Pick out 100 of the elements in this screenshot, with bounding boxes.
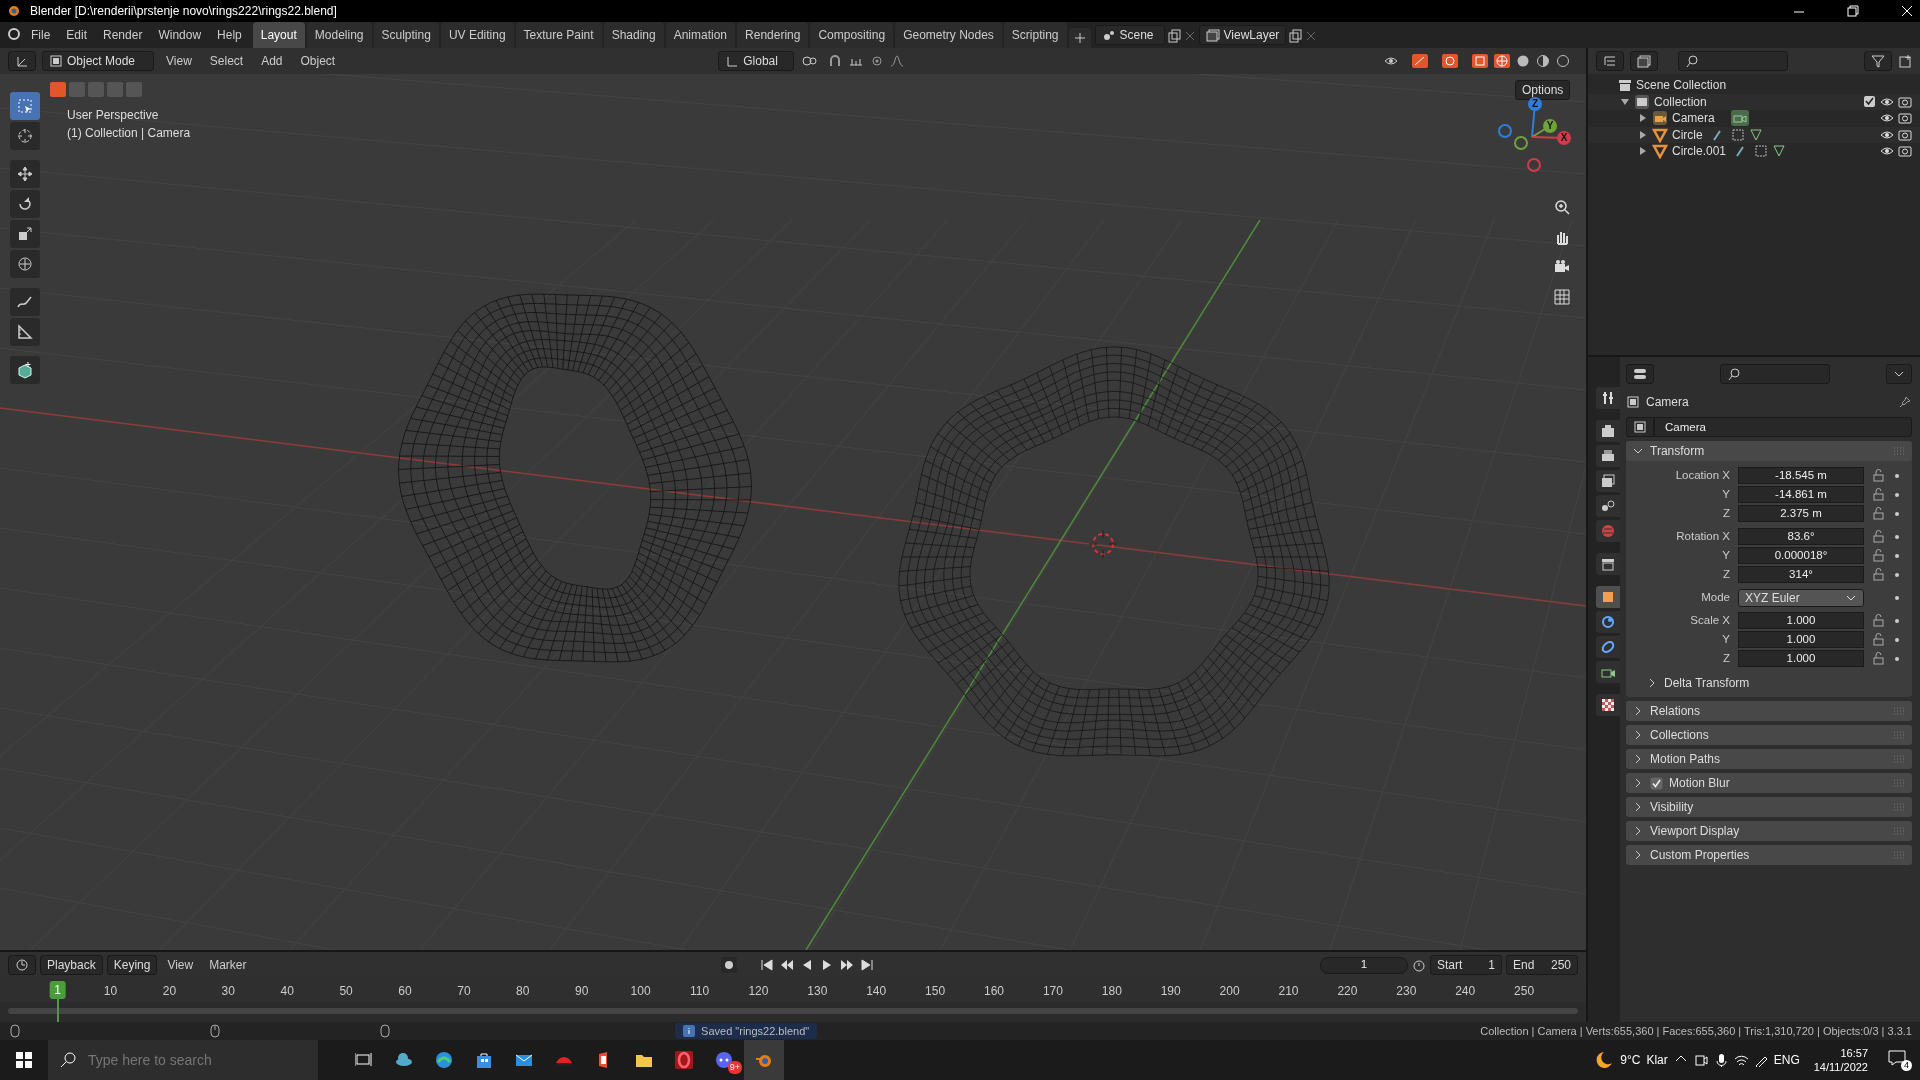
menu-item[interactable]: Object (294, 52, 342, 70)
tool-button[interactable] (10, 122, 40, 150)
properties-tab[interactable] (1596, 495, 1620, 517)
unlocked-icon[interactable] (1872, 613, 1886, 628)
unlocked-icon[interactable] (1872, 529, 1886, 544)
new-collection-icon[interactable] (1898, 54, 1912, 68)
object-type-dropdown[interactable] (1626, 417, 1654, 437)
unlocked-icon[interactable] (1872, 468, 1886, 483)
properties-tab[interactable] (1596, 387, 1620, 409)
keyframe-dot-icon[interactable] (1894, 491, 1900, 498)
copy-icon[interactable] (1166, 29, 1181, 43)
tool-button[interactable] (10, 318, 40, 346)
collapsed-arrow-icon[interactable] (1638, 129, 1648, 140)
workspace-tab[interactable]: Scripting (1003, 22, 1067, 48)
workspace-tab[interactable]: Sculpting (373, 22, 439, 48)
workspace-tab[interactable]: Modeling (306, 22, 372, 48)
menu-item[interactable]: Add (255, 52, 289, 70)
number-field[interactable]: 0.000018° (1738, 547, 1864, 564)
gizmo-axis-label[interactable]: Z (1528, 97, 1542, 111)
checked-checkbox-icon[interactable] (1650, 776, 1663, 790)
start-frame-field[interactable]: Start 1 (1430, 955, 1502, 975)
workspace-tab[interactable]: Rendering (737, 22, 809, 48)
workspace-tab[interactable]: Animation (665, 22, 736, 48)
display-mode-button[interactable] (1630, 51, 1658, 71)
panel-header[interactable]: Motion Paths (1626, 749, 1912, 769)
mode-dropdown[interactable]: XYZ Euler (1738, 588, 1864, 607)
microphone-icon[interactable] (1713, 1053, 1728, 1067)
keyframe-dot-icon[interactable] (1894, 594, 1900, 601)
properties-tab[interactable] (1596, 636, 1620, 658)
panel-header[interactable]: Visibility (1626, 797, 1912, 817)
keyframe-dot-icon[interactable] (1894, 617, 1900, 624)
current-frame-field[interactable]: 1 (1320, 956, 1408, 974)
workspace-tab[interactable]: UV Editing (440, 22, 514, 48)
menu-item[interactable]: Edit (59, 22, 95, 48)
options-dropdown[interactable]: Options (1515, 80, 1571, 100)
stopwatch-icon[interactable] (1412, 958, 1426, 972)
number-field[interactable]: -14.861 m (1738, 486, 1864, 503)
notification-icon[interactable] (1888, 1049, 1906, 1067)
keyframe-dot-icon[interactable] (1894, 472, 1900, 479)
outliner-item[interactable]: Scene Collection (1636, 76, 1727, 95)
tool-button[interactable] (10, 220, 40, 248)
properties-tab[interactable] (1596, 445, 1620, 467)
number-field[interactable]: 2.375 m (1738, 505, 1864, 522)
gizmo-axis-label[interactable]: Y (1543, 119, 1557, 133)
menu-item[interactable]: Render (96, 22, 150, 48)
unlocked-icon[interactable] (1872, 487, 1886, 502)
camera-render-icon[interactable] (1898, 127, 1912, 142)
properties-tab[interactable] (1596, 611, 1620, 633)
clock-date[interactable]: 14/11/2022 (1813, 1060, 1868, 1074)
panel-header[interactable]: Viewport Display (1626, 821, 1912, 841)
menu-item[interactable]: File (24, 22, 58, 48)
outliner-item[interactable]: Collection (1654, 92, 1707, 111)
number-field[interactable]: 1.000 (1738, 631, 1864, 648)
unlocked-icon[interactable] (1872, 567, 1886, 582)
properties-tab[interactable] (1596, 694, 1620, 716)
add-workspace-button[interactable] (1068, 28, 1091, 48)
language-indicator[interactable]: ENG (1773, 1051, 1800, 1069)
grid-icon[interactable] (1553, 288, 1571, 306)
menu-dropdown[interactable]: Playback (40, 955, 103, 975)
outliner-item[interactable]: Circle (1672, 125, 1703, 144)
outliner-item[interactable]: Circle.001 (1672, 142, 1727, 161)
falloff-curve-icon[interactable] (890, 54, 905, 68)
camera-render-icon[interactable] (1898, 144, 1912, 159)
workspace-tab[interactable]: Layout (252, 22, 305, 48)
tool-button[interactable] (10, 250, 40, 278)
editor-type-button[interactable] (8, 955, 36, 975)
end-frame-field[interactable]: End 250 (1506, 955, 1578, 975)
number-field[interactable]: 314° (1738, 566, 1864, 583)
blender-logo-icon[interactable] (6, 25, 22, 43)
filter-button[interactable] (1864, 51, 1892, 71)
gizmo-axis-label[interactable]: X (1557, 131, 1571, 145)
keyframe-dot-icon[interactable] (1894, 655, 1900, 662)
search-field[interactable]: Type here to search (48, 1040, 318, 1080)
pin-icon[interactable] (1898, 395, 1912, 409)
camera-render-icon[interactable] (1898, 94, 1912, 109)
properties-tab[interactable] (1596, 470, 1620, 492)
meet-now-icon[interactable] (1693, 1053, 1708, 1067)
number-field[interactable]: 1.000 (1738, 650, 1864, 667)
properties-tab[interactable] (1596, 553, 1620, 575)
mode-dropdown[interactable]: Object Mode (42, 51, 154, 71)
workspace-tab[interactable]: Compositing (810, 22, 894, 48)
menu-item[interactable]: Window (151, 22, 209, 48)
panel-header[interactable]: Custom Properties (1626, 845, 1912, 865)
zoom-icon[interactable] (1553, 198, 1571, 216)
unlocked-icon[interactable] (1872, 548, 1886, 563)
panel-header[interactable]: Motion Blur (1626, 773, 1912, 793)
properties-tab[interactable] (1596, 420, 1620, 442)
jump-start-icon[interactable] (758, 957, 775, 973)
number-field[interactable]: -18.545 m (1738, 467, 1864, 484)
menu-item[interactable]: View (160, 52, 198, 70)
proportional-edit-icon[interactable] (870, 54, 885, 68)
scrollbar[interactable] (8, 1008, 1578, 1014)
wireframe-shading-icon[interactable] (1494, 54, 1510, 68)
properties-tab[interactable] (1596, 661, 1620, 683)
workspace-tab[interactable]: Texture Paint (515, 22, 602, 48)
menu-item[interactable]: Help (210, 22, 249, 48)
wifi-icon[interactable] (1733, 1053, 1748, 1067)
keyframe-dot-icon[interactable] (1894, 552, 1900, 559)
camera-render-icon[interactable] (1898, 111, 1912, 126)
tool-button[interactable] (10, 356, 40, 384)
